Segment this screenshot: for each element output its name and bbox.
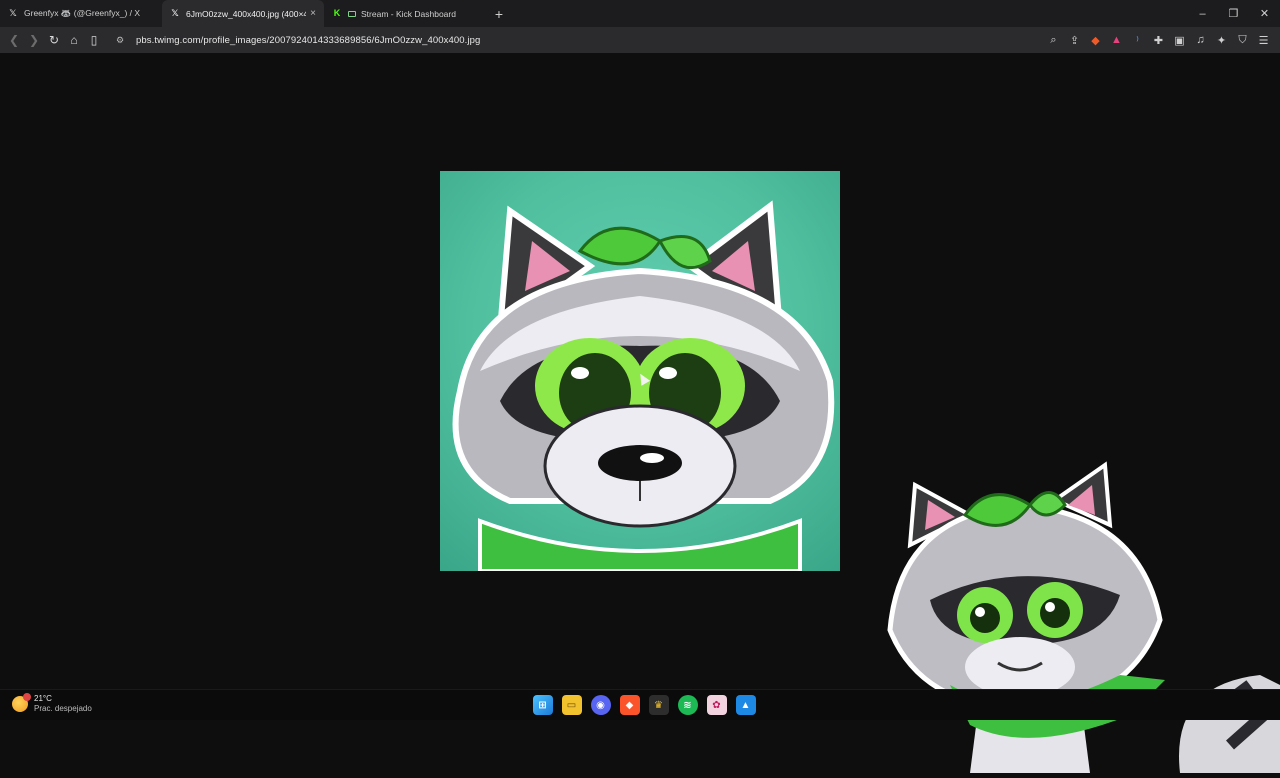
menu-icon[interactable]: ☰ — [1253, 30, 1274, 50]
new-tab-button[interactable]: + — [486, 0, 512, 27]
toolbar-right: ⌕ ⇪ ◆ ▲ ⁾ ✚ ▣ ♫ ✦ ⛉ ☰ — [1043, 30, 1274, 50]
notification-badge — [23, 693, 31, 701]
weather-condition: Prac. despejado — [34, 704, 92, 713]
app-icon[interactable]: ♛ — [648, 695, 669, 715]
file-explorer-icon[interactable]: ▭ — [561, 695, 582, 715]
sidebar-icon[interactable]: ▣ — [1169, 30, 1190, 50]
windows-taskbar: 21°C Prac. despejado ⊞ ▭ ◉ ◆ ♛ ≋ ✿ ▲ — [0, 689, 1280, 720]
kick-logo-icon: K — [333, 8, 341, 18]
close-window-button[interactable]: ✕ — [1249, 0, 1280, 27]
screen-share-icon — [348, 10, 356, 17]
minimize-button[interactable]: – — [1187, 0, 1218, 27]
x-logo-icon: 𝕏 — [9, 8, 17, 18]
app-blue-icon[interactable]: ▲ — [735, 695, 756, 715]
forward-icon[interactable]: ❯ — [24, 30, 44, 50]
brave-shields-icon[interactable]: ◆ — [1085, 30, 1106, 50]
leo-icon[interactable]: ✦ — [1211, 30, 1232, 50]
tab-label: 6JmO0zzw_400x400.jpg (400×40 — [186, 8, 307, 19]
raccoon-avatar-illustration — [452, 200, 835, 571]
reload-icon[interactable]: ↻ — [44, 30, 64, 50]
zoom-icon[interactable]: ⌕ — [1043, 30, 1064, 50]
discord-icon[interactable]: ◉ — [590, 695, 611, 715]
tab-label: Stream - Kick Dashboard — [361, 8, 456, 19]
windows-start-icon[interactable]: ⊞ — [532, 695, 553, 715]
media-icon[interactable]: ♫ — [1190, 30, 1211, 50]
spotify-icon[interactable]: ≋ — [677, 695, 698, 715]
window-controls: – ❐ ✕ — [1187, 0, 1280, 27]
tab-kick-dashboard[interactable]: K Stream - Kick Dashboard — [324, 0, 486, 27]
site-info-icon[interactable]: ⚙ — [116, 35, 128, 46]
brave-rewards-icon[interactable]: ▲ — [1106, 30, 1127, 50]
x-logo-icon: 𝕏 — [171, 8, 179, 18]
close-tab-button[interactable]: × — [310, 8, 316, 19]
brave-icon[interactable]: ◆ — [619, 695, 640, 715]
vpn-icon[interactable]: ⛉ — [1232, 30, 1253, 50]
back-icon[interactable]: ❮ — [4, 30, 24, 50]
bookmark-icon[interactable]: ▯ — [84, 30, 104, 50]
tab-strip: 𝕏 Greenfyx 🦝 (@Greenfyx_) / X 𝕏 6JmO0zzw… — [0, 0, 1280, 27]
browser-toolbar: ❮ ❯ ↻ ⌂ ▯ ⚙ pbs.twimg.com/profile_images… — [0, 27, 1280, 53]
share-icon[interactable]: ⇪ — [1064, 30, 1085, 50]
weather-sun-icon — [12, 693, 31, 712]
tab-greenfyx-x[interactable]: 𝕏 Greenfyx 🦝 (@Greenfyx_) / X — [0, 0, 162, 27]
app-pink-icon[interactable]: ✿ — [706, 695, 727, 715]
home-icon[interactable]: ⌂ — [64, 30, 84, 50]
weather-widget[interactable]: 21°C Prac. despejado — [12, 693, 92, 714]
page-viewport — [0, 53, 1280, 773]
url-text[interactable]: pbs.twimg.com/profile_images/20079240143… — [136, 35, 480, 46]
profile-image[interactable] — [440, 171, 840, 571]
tab-label: Greenfyx 🦝 (@Greenfyx_) / X — [24, 8, 141, 18]
wallet-icon[interactable]: ⁾ — [1127, 30, 1148, 50]
address-bar[interactable]: ⚙ pbs.twimg.com/profile_images/200792401… — [116, 30, 1043, 50]
extensions-icon[interactable]: ✚ — [1148, 30, 1169, 50]
restore-button[interactable]: ❐ — [1218, 0, 1249, 27]
weather-temperature: 21°C — [34, 694, 52, 703]
taskbar-apps: ⊞ ▭ ◉ ◆ ♛ ≋ ✿ ▲ — [528, 695, 760, 715]
tab-image[interactable]: 𝕏 6JmO0zzw_400x400.jpg (400×40 × — [162, 0, 324, 27]
